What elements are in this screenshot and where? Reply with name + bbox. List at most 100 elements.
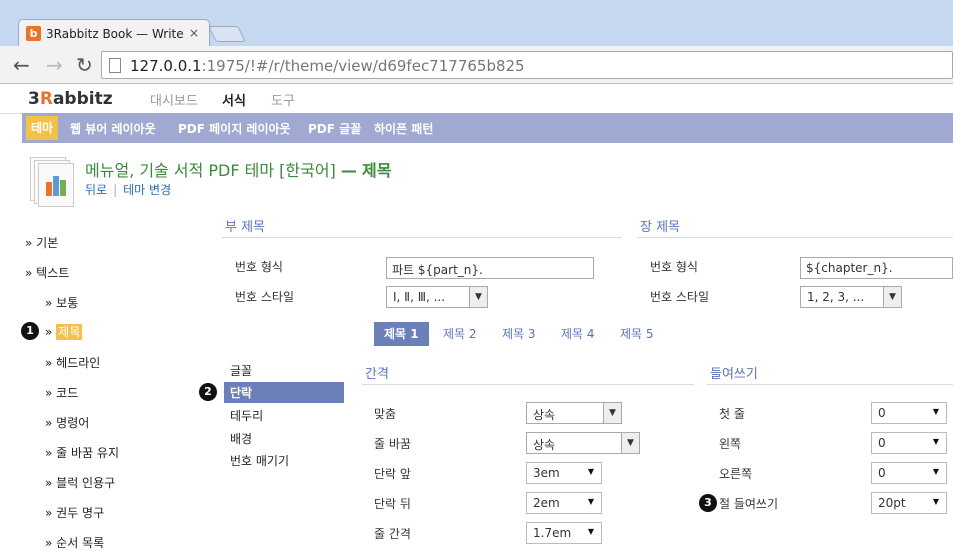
chevron-down-icon: ▼ [932, 437, 939, 446]
part-style-select[interactable]: Ⅰ, Ⅱ, Ⅲ, ... ▼ [386, 286, 488, 308]
chevron-down-icon[interactable]: ▼ [621, 433, 639, 453]
indent-rule [707, 384, 953, 385]
space-before-select[interactable]: 3em ▼ [526, 462, 602, 484]
logo-prefix: 3 [28, 89, 40, 109]
chevron-down-icon: ▼ [587, 467, 594, 476]
section-indent-select[interactable]: 20pt ▼ [871, 492, 947, 514]
sidebar-prefix: » [45, 325, 57, 339]
chapter-style-select[interactable]: 1, 2, 3, ... ▼ [800, 286, 902, 308]
left-indent-select[interactable]: 0 ▼ [871, 432, 947, 454]
tab-heading-2[interactable]: 제목 2 [443, 322, 477, 346]
change-theme-link[interactable]: 테마 변경 [123, 183, 171, 197]
sidebar-item-blockquote[interactable]: » 블럭 인용구 [45, 474, 115, 491]
chevron-down-icon: ▼ [932, 407, 939, 416]
chevron-down-icon: ▼ [587, 527, 594, 536]
align-label: 맞춤 [374, 407, 397, 421]
space-after-select[interactable]: 2em ▼ [526, 492, 602, 514]
first-line-label: 첫 줄 [719, 407, 745, 421]
sidebar-item-basic[interactable]: » 기본 [25, 234, 58, 251]
section-indent-value: 20pt [878, 496, 906, 510]
url-text[interactable]: 127.0.0.1:1975/!#/r/theme/view/d69fec717… [130, 57, 525, 75]
line-spacing-value: 1.7em [533, 526, 572, 540]
category-border[interactable]: 테두리 [230, 407, 263, 424]
sidebar-item-heading-label: 제목 [56, 324, 83, 340]
url-path: :1975/!#/r/theme/view/d69fec717765b825 [201, 57, 525, 75]
sidebar-item-ordered-list[interactable]: » 순서 목록 [45, 534, 104, 551]
subnav-pdf-page-layout[interactable]: PDF 페이지 레이아웃 [178, 120, 291, 137]
part-heading-rule [222, 237, 622, 238]
url-host: 127.0.0.1 [130, 57, 202, 75]
line-spacing-select[interactable]: 1.7em ▼ [526, 522, 602, 544]
part-style-value: Ⅰ, Ⅱ, Ⅲ, ... [393, 290, 446, 304]
category-background[interactable]: 배경 [230, 430, 252, 447]
page-title-main: 메뉴얼, 기술 서적 PDF 테마 [한국어] [85, 161, 336, 180]
sub-nav: 테마 웹 뷰어 레이아웃 PDF 페이지 레이아웃 PDF 글꼴 하이픈 패턴 [22, 113, 953, 143]
browser-tab[interactable]: b 3Rabbitz Book — Write d × [18, 19, 210, 48]
chapter-format-input[interactable]: ${chapter_n}. [800, 257, 953, 279]
sidebar-item-normal[interactable]: » 보통 [45, 294, 78, 311]
chapter-heading-title: 장 제목 [640, 220, 681, 235]
marker-1: 1 [21, 322, 39, 340]
space-before-value: 3em [533, 466, 560, 480]
new-tab-button[interactable] [208, 26, 246, 42]
back-arrow-icon[interactable]: ← [13, 53, 30, 77]
chevron-down-icon: ▼ [932, 497, 939, 506]
link-separator: | [113, 183, 118, 197]
tab-heading-5[interactable]: 제목 5 [620, 322, 654, 346]
sidebar-item-code[interactable]: » 코드 [45, 384, 78, 401]
chapter-heading-rule [637, 237, 953, 238]
address-bar[interactable]: 127.0.0.1:1975/!#/r/theme/view/d69fec717… [101, 51, 953, 79]
nav-tools[interactable]: 도구 [271, 90, 295, 109]
browser-toolbar: ← → ↻ 127.0.0.1:1975/!#/r/theme/view/d69… [0, 46, 953, 84]
linebreak-select[interactable]: 상속 ▼ [526, 432, 640, 454]
logo-r: R [39, 89, 53, 109]
tab-heading-1[interactable]: 제목 1 [374, 322, 429, 346]
chevron-down-icon[interactable]: ▼ [883, 287, 901, 307]
tab-title: 3Rabbitz Book — Write d [46, 27, 186, 41]
subnav-theme[interactable]: 테마 [26, 116, 59, 140]
chevron-down-icon[interactable]: ▼ [469, 287, 487, 307]
chapter-format-label: 번호 형식 [650, 260, 698, 274]
chevron-down-icon[interactable]: ▼ [603, 403, 621, 423]
category-paragraph[interactable]: 단락 [224, 382, 344, 403]
align-select[interactable]: 상속 ▼ [526, 402, 622, 424]
close-tab-icon[interactable]: × [189, 26, 199, 40]
sidebar-item-heading[interactable]: » 제목 [45, 323, 83, 340]
chevron-down-icon: ▼ [932, 467, 939, 476]
part-heading-title: 부 제목 [225, 220, 266, 235]
back-link[interactable]: 뒤로 [85, 183, 107, 197]
sidebar-item-command[interactable]: » 명령어 [45, 414, 89, 431]
marker-2: 2 [199, 383, 217, 401]
sidebar-item-text[interactable]: » 텍스트 [25, 264, 69, 281]
subnav-web-viewer-layout[interactable]: 웹 뷰어 레이아웃 [70, 120, 156, 137]
category-font[interactable]: 글꼴 [230, 362, 252, 379]
category-numbering[interactable]: 번호 매기기 [230, 452, 289, 469]
forward-arrow-icon[interactable]: → [46, 53, 63, 77]
sidebar-item-keep-linebreaks[interactable]: » 줄 바꿈 유지 [45, 444, 119, 461]
subnav-pdf-fonts[interactable]: PDF 글꼴 [308, 120, 361, 137]
sidebar-item-epigraph[interactable]: » 권두 명구 [45, 504, 104, 521]
reload-icon[interactable]: ↻ [76, 53, 93, 77]
right-indent-select[interactable]: 0 ▼ [871, 462, 947, 484]
subnav-hyphen-patterns[interactable]: 하이픈 패턴 [374, 120, 433, 137]
space-after-label: 단락 뒤 [374, 497, 411, 511]
space-after-value: 2em [533, 496, 560, 510]
marker-3: 3 [699, 494, 717, 512]
chapter-style-label: 번호 스타일 [650, 290, 710, 304]
right-indent-value: 0 [878, 466, 886, 480]
chapter-style-value: 1, 2, 3, ... [807, 290, 865, 304]
spacing-title: 간격 [365, 367, 389, 382]
app-bar: 3Rabbitz 대시보드 서식 도구 [0, 84, 953, 114]
tab-heading-4[interactable]: 제목 4 [561, 322, 595, 346]
nav-dashboard[interactable]: 대시보드 [150, 90, 198, 109]
part-format-input[interactable]: 파트 ${part_n}. [386, 257, 594, 279]
nav-format[interactable]: 서식 [222, 90, 246, 109]
app-logo[interactable]: 3Rabbitz [28, 89, 113, 109]
page-icon [109, 58, 121, 73]
spacing-rule [362, 384, 694, 385]
first-line-select[interactable]: 0 ▼ [871, 402, 947, 424]
sidebar-item-headline[interactable]: » 헤드라인 [45, 354, 100, 371]
line-spacing-label: 줄 간격 [374, 527, 411, 541]
chevron-down-icon: ▼ [587, 497, 594, 506]
tab-heading-3[interactable]: 제목 3 [502, 322, 536, 346]
